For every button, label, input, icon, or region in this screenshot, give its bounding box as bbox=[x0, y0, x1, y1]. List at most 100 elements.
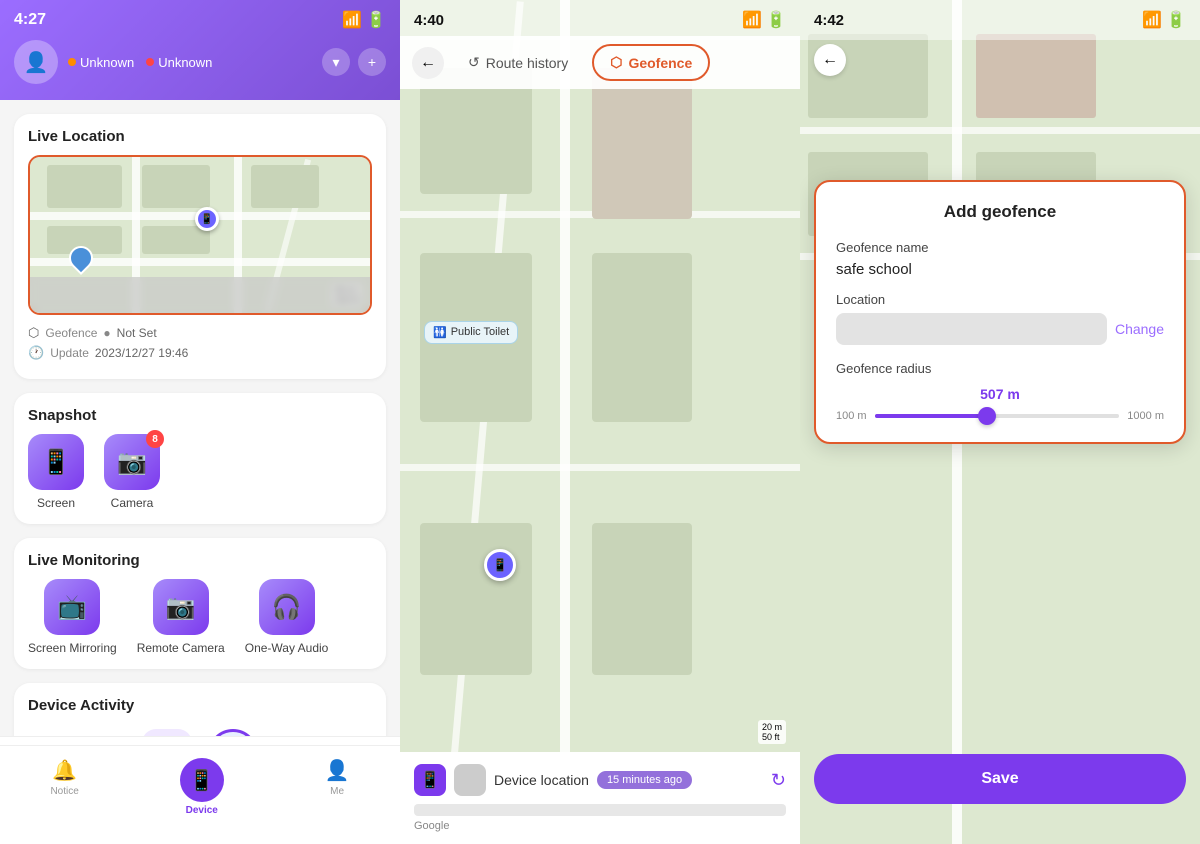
map-scale-panel2: 20 m 50 ft bbox=[758, 720, 786, 744]
user-row: 👤 Unknown Unknown ▾ + bbox=[14, 40, 386, 84]
snapshot-card: Snapshot 📱 Screen 📷 8 Camera bbox=[14, 393, 386, 524]
snapshot-camera-item[interactable]: 📷 8 Camera bbox=[104, 434, 160, 510]
add-button[interactable]: + bbox=[358, 48, 386, 76]
geofence-name-value: safe school bbox=[836, 261, 1164, 278]
nav-notice[interactable]: 🔔 Notice bbox=[30, 754, 98, 820]
geofence-name-label: Geofence name bbox=[836, 240, 1164, 255]
status-bar-panel2: 4:40 📶 🔋 bbox=[400, 0, 800, 40]
panel-add-geofence: 4:42 📶 🔋 ← Add geofence Geofence name sa… bbox=[800, 0, 1200, 844]
geofence-radius-value: 507 m bbox=[836, 386, 1164, 402]
snapshot-camera-label: Camera bbox=[111, 496, 154, 510]
time-panel2: 4:40 bbox=[414, 12, 444, 29]
geofence-label: Geofence bbox=[45, 326, 97, 340]
radius-max-label: 1000 m bbox=[1127, 410, 1164, 422]
user-labels: Unknown Unknown bbox=[68, 55, 212, 70]
live-monitoring-card: Live Monitoring 📺 Screen Mirroring 📷 Rem… bbox=[14, 538, 386, 669]
device-location-label: Device location bbox=[494, 772, 589, 788]
geofence-dot: ● bbox=[103, 326, 110, 340]
update-label: Update bbox=[50, 346, 89, 360]
status-bar-panel3: 4:42 📶 🔋 bbox=[800, 0, 1200, 40]
panel1-header: 4:27 📶 🔋 👤 Unknown Unknown bbox=[0, 0, 400, 100]
snapshot-camera-icon: 📷 8 bbox=[104, 434, 160, 490]
geofence-radius-label: Geofence radius bbox=[836, 361, 1164, 376]
nav-device[interactable]: 📱 Device bbox=[160, 754, 244, 820]
device-activity-card: Device Activity 📊 📱 bbox=[14, 683, 386, 736]
radius-min-label: 100 m bbox=[836, 410, 867, 422]
refresh-button[interactable]: ↻ bbox=[771, 770, 786, 791]
panel2-top-bar: ← ↺ Route history ⬡ Geofence bbox=[400, 36, 800, 89]
remote-camera-label: Remote Camera bbox=[137, 641, 225, 655]
snapshot-grid: 📱 Screen 📷 8 Camera bbox=[28, 434, 372, 510]
device-activity-icon2[interactable]: 📱 bbox=[208, 729, 258, 736]
me-icon: 👤 bbox=[325, 758, 350, 783]
one-way-audio-item[interactable]: 🎧 One-Way Audio bbox=[245, 579, 329, 655]
status-icons-panel1: 📶 🔋 bbox=[342, 10, 386, 30]
device-label: Device bbox=[186, 805, 218, 816]
device-icon: 📱 bbox=[189, 768, 214, 793]
user2-dot bbox=[146, 58, 154, 66]
screen-mirroring-item[interactable]: 📺 Screen Mirroring bbox=[28, 579, 117, 655]
snapshot-title: Snapshot bbox=[28, 407, 372, 424]
address-blur bbox=[414, 804, 786, 816]
tab-route-history[interactable]: ↺ Route history bbox=[452, 46, 584, 79]
save-geofence-button[interactable]: Save bbox=[814, 754, 1186, 804]
geofence-panel: Add geofence Geofence name safe school L… bbox=[814, 180, 1186, 444]
route-history-icon: ↺ bbox=[468, 54, 480, 71]
snapshot-screen-label: Screen bbox=[37, 496, 75, 510]
user2-label: Unknown bbox=[158, 55, 212, 70]
p2-signal-icon: 📶 bbox=[742, 10, 762, 30]
panel-live-location: 4:27 📶 🔋 👤 Unknown Unknown bbox=[0, 0, 400, 844]
p2-battery-icon: 🔋 bbox=[766, 10, 786, 30]
toilet-icon: 🚻 bbox=[433, 326, 447, 339]
bottom-nav: 🔔 Notice 📱 Device 👤 Me bbox=[0, 736, 400, 844]
panel-route-history: 4:40 📶 🔋 ← ↺ Route history ⬡ Geofence bbox=[400, 0, 800, 844]
radius-slider-row: 100 m 1000 m bbox=[836, 410, 1164, 422]
device-row: 📱 Device location 15 minutes ago ↻ bbox=[414, 764, 786, 796]
toilet-label-text: Public Toilet bbox=[451, 326, 510, 338]
dropdown-button[interactable]: ▾ bbox=[322, 48, 350, 76]
device-pin-icon: 📱 bbox=[493, 558, 508, 572]
device-activity-title: Device Activity bbox=[28, 697, 372, 714]
route-history-label: Route history bbox=[486, 55, 568, 71]
radius-slider-track[interactable] bbox=[875, 414, 1120, 418]
p3-signal-icon: 📶 bbox=[1142, 10, 1162, 30]
device-activity-icon1[interactable]: 📊 bbox=[142, 729, 192, 736]
live-monitoring-grid: 📺 Screen Mirroring 📷 Remote Camera 🎧 One… bbox=[28, 579, 372, 655]
nav-bar: 🔔 Notice 📱 Device 👤 Me bbox=[0, 745, 400, 824]
clock-icon: 🕐 bbox=[28, 345, 44, 361]
one-way-audio-icon: 🎧 bbox=[259, 579, 315, 635]
avatar: 👤 bbox=[14, 40, 58, 84]
radius-slider-thumb[interactable] bbox=[978, 407, 996, 425]
live-location-card: Live Location 📱 bbox=[14, 114, 386, 379]
device-active-indicator: 📱 bbox=[180, 758, 224, 802]
live-location-map[interactable]: 📱 50 m 200 ft bbox=[28, 155, 372, 315]
change-location-button[interactable]: Change bbox=[1115, 321, 1164, 337]
panel2-back-button[interactable]: ← bbox=[412, 47, 444, 79]
remote-camera-icon: 📷 bbox=[153, 579, 209, 635]
panel2-map[interactable]: 🚻 Public Toilet 📱 20 m 50 ft bbox=[400, 0, 800, 844]
panel3-back-button[interactable]: ← bbox=[814, 44, 846, 76]
device-icon-btn: 📱 bbox=[414, 764, 446, 796]
status-bar-panel1: 4:27 📶 🔋 bbox=[14, 10, 386, 30]
location-blur bbox=[836, 313, 1107, 345]
snapshot-screen-item[interactable]: 📱 Screen bbox=[28, 434, 84, 510]
user-info: Unknown Unknown bbox=[68, 55, 212, 70]
nav-me[interactable]: 👤 Me bbox=[305, 754, 370, 820]
geofence-meta: ⬡ Geofence ● Not Set bbox=[28, 325, 372, 341]
tab-geofence[interactable]: ⬡ Geofence bbox=[592, 44, 710, 81]
location-row: Change bbox=[836, 313, 1164, 345]
geofence-tab-label: Geofence bbox=[628, 55, 692, 71]
remote-camera-item[interactable]: 📷 Remote Camera bbox=[137, 579, 225, 655]
p3-status-icons: 📶 🔋 bbox=[1142, 10, 1186, 30]
headphone-icon-symbol: 🎧 bbox=[272, 593, 302, 622]
p2-status-icons: 📶 🔋 bbox=[742, 10, 786, 30]
live-location-title: Live Location bbox=[28, 128, 372, 145]
user1-dot bbox=[68, 58, 76, 66]
geofence-location-label: Location bbox=[836, 292, 1164, 307]
screen-mirroring-label: Screen Mirroring bbox=[28, 641, 117, 655]
time-panel3: 4:42 bbox=[814, 12, 844, 29]
user2-label-item: Unknown bbox=[146, 55, 212, 70]
screen-mirroring-icon: 📺 bbox=[44, 579, 100, 635]
device-map-pin: 📱 bbox=[484, 549, 516, 581]
signal-icon: 📶 bbox=[342, 10, 362, 30]
